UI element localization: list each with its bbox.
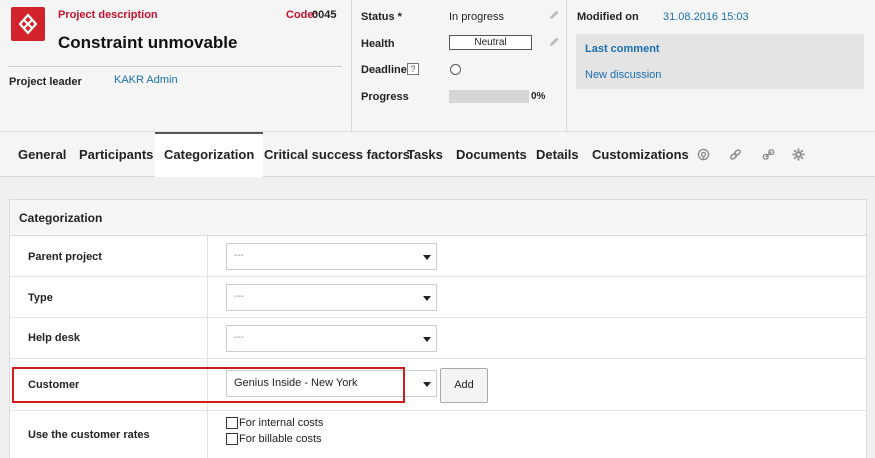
tab-customizations[interactable]: Customizations: [583, 132, 698, 177]
help-desk-value: ---: [234, 332, 244, 343]
divider: [207, 236, 208, 276]
status-label: Status *: [361, 11, 402, 23]
billable-costs-label: For billable costs: [239, 433, 322, 445]
project-header: Project description Code: 0045 Constrain…: [0, 0, 875, 132]
billable-costs-checkbox[interactable]: [226, 433, 238, 445]
progress-bar: [449, 90, 529, 103]
chevron-down-icon: [423, 382, 431, 387]
edit-status-pencil-icon[interactable]: [548, 9, 560, 21]
parent-project-select[interactable]: ---: [226, 243, 437, 270]
internal-costs-option[interactable]: For internal costs: [226, 417, 323, 429]
last-comment-link[interactable]: Last comment: [585, 43, 660, 55]
divider: [207, 318, 208, 358]
add-customer-button[interactable]: Add: [440, 368, 488, 403]
billable-costs-option[interactable]: For billable costs: [226, 433, 322, 445]
deadline-help-icon[interactable]: ?: [407, 63, 419, 75]
gear-icon[interactable]: [792, 148, 805, 161]
tab-categorization[interactable]: Categorization: [155, 132, 264, 177]
tab-documents[interactable]: Documents: [447, 132, 536, 177]
type-value: ---: [234, 291, 244, 302]
tab-critical-success-factors[interactable]: Critical success factors: [255, 132, 419, 177]
chevron-down-icon: [423, 296, 431, 301]
parent-project-label: Parent project: [28, 251, 102, 263]
form-row-help-desk: Help desk ---: [10, 318, 866, 359]
modified-on-value: 31.08.2016 15:03: [663, 11, 749, 23]
project-leader-label: Project leader: [9, 76, 82, 88]
code-value: 0045: [312, 9, 337, 21]
panel-header: Categorization: [10, 200, 866, 236]
internal-costs-checkbox[interactable]: [226, 417, 238, 429]
divider: [351, 0, 352, 132]
edit-health-pencil-icon[interactable]: [548, 36, 560, 48]
categorization-panel: Categorization Parent project --- Type -…: [9, 199, 867, 458]
internal-costs-label: For internal costs: [239, 417, 324, 429]
link-icon[interactable]: [729, 148, 742, 161]
form-row-parent-project: Parent project ---: [10, 236, 866, 277]
project-leader-link[interactable]: KAKR Admin: [114, 74, 178, 86]
divider: [8, 66, 342, 67]
help-desk-label: Help desk: [28, 332, 80, 344]
modified-on-label: Modified on: [577, 11, 639, 23]
project-title: Constraint unmovable: [58, 33, 238, 52]
project-description-label: Project description: [58, 9, 158, 21]
tab-details[interactable]: Details: [527, 132, 588, 177]
last-comment-box: Last comment New discussion: [576, 34, 864, 89]
health-value: Neutral: [449, 35, 532, 50]
broadcast-icon[interactable]: [697, 148, 710, 161]
attachment-link-icon[interactable]: [762, 148, 775, 161]
chevron-down-icon: [423, 337, 431, 342]
customer-highlight-box: [12, 367, 405, 403]
divider: [566, 0, 567, 132]
health-label: Health: [361, 38, 395, 50]
panel-title: Categorization: [19, 211, 103, 225]
tab-bar: General Participants Categorization Crit…: [0, 132, 875, 177]
chevron-down-icon: [423, 255, 431, 260]
tab-tasks[interactable]: Tasks: [398, 132, 452, 177]
tab-general[interactable]: General: [9, 132, 75, 177]
help-desk-select[interactable]: ---: [226, 325, 437, 352]
deadline-radio[interactable]: [450, 64, 461, 75]
customer-rates-label: Use the customer rates: [28, 429, 150, 441]
tab-participants[interactable]: Participants: [70, 132, 162, 177]
parent-project-value: ---: [234, 250, 244, 261]
form-row-customer-rates: Use the customer rates For internal cost…: [10, 411, 866, 458]
app-logo-icon[interactable]: [11, 7, 45, 41]
type-label: Type: [28, 292, 53, 304]
divider: [207, 411, 208, 458]
status-value: In progress: [449, 11, 505, 23]
form-row-type: Type ---: [10, 277, 866, 318]
type-select[interactable]: ---: [226, 284, 437, 311]
new-discussion-link[interactable]: New discussion: [585, 69, 661, 81]
progress-value: 0%: [531, 91, 546, 102]
progress-label: Progress: [361, 91, 409, 103]
deadline-label: Deadline: [361, 64, 407, 76]
divider: [207, 277, 208, 317]
